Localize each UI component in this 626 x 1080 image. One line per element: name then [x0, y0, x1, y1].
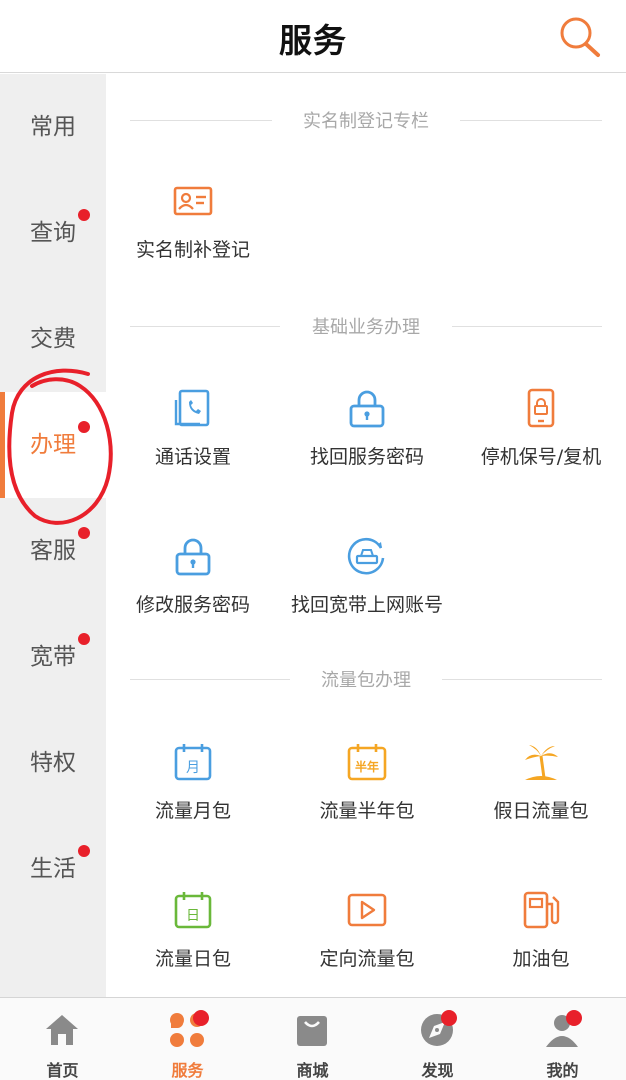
- section-title-text: 实名制登记专栏: [130, 107, 602, 133]
- section-title-label: 基础业务办理: [298, 317, 434, 338]
- sidebar-item-common[interactable]: 常用: [0, 74, 106, 180]
- calendar-badge-text: 日: [186, 908, 200, 924]
- notification-dot: [78, 633, 90, 645]
- lock-icon: [175, 538, 211, 576]
- calendar-half-year-icon: 半年: [347, 744, 387, 781]
- calendar-badge-text: 月: [186, 760, 200, 776]
- sidebar-item-label: 宽带: [30, 644, 76, 670]
- tab-mine[interactable]: 我的: [500, 998, 625, 1080]
- service-item-label: 流量月包: [154, 800, 231, 822]
- sidebar-item-broadband[interactable]: 宽带: [0, 604, 106, 710]
- sidebar-item-query[interactable]: 查询: [0, 180, 106, 286]
- play-icon: [347, 893, 387, 927]
- shopping-bag-icon: [297, 1016, 327, 1046]
- service-item-label: 停机保号/复机: [480, 446, 602, 468]
- service-item-call-settings[interactable]: 通话设置: [106, 388, 280, 498]
- lock-icon: [349, 390, 385, 428]
- tab-label: 首页: [46, 1061, 79, 1080]
- service-item-suspend-resume[interactable]: 停机保号/复机: [454, 388, 626, 498]
- section-title-label: 流量包办理: [307, 670, 425, 691]
- section-title: 流量包办理: [130, 664, 602, 694]
- notification-dot: [566, 1010, 582, 1026]
- tab-label: 我的: [546, 1061, 579, 1080]
- notification-dot: [78, 209, 90, 221]
- phone-lock-icon: [527, 388, 555, 428]
- fuel-pump-icon: [523, 891, 560, 929]
- service-item-monthly-data-pack[interactable]: 月 流量月包: [106, 742, 280, 852]
- calendar-badge-text: 半年: [355, 759, 379, 774]
- broadband-icon: [347, 537, 385, 575]
- sidebar-item-handle[interactable]: 办理: [0, 392, 106, 498]
- call-settings-icon: [174, 389, 210, 427]
- tab-mall[interactable]: 商城: [250, 998, 375, 1080]
- service-content: 实名制登记专栏 实名制补登记 基础业务办理 通话设置 找回服务密码 停机保号/复…: [106, 74, 626, 997]
- section-title-text: 基础业务办理: [130, 313, 602, 339]
- sidebar-item-label: 查询: [30, 220, 76, 246]
- service-item-label: 加油包: [512, 948, 570, 970]
- tab-service[interactable]: 服务: [125, 998, 250, 1080]
- service-item-label: 修改服务密码: [135, 594, 250, 616]
- tab-home[interactable]: 首页: [0, 998, 125, 1080]
- section-title-text: 流量包办理: [130, 666, 602, 692]
- sidebar-item-life[interactable]: 生活: [0, 816, 106, 922]
- service-item-targeted-data-pack[interactable]: 定向流量包: [280, 890, 454, 1000]
- tab-label: 服务: [171, 1061, 204, 1080]
- search-icon[interactable]: [556, 14, 606, 60]
- sidebar-item-label: 客服: [30, 538, 76, 564]
- service-item-change-service-password[interactable]: 修改服务密码: [106, 536, 280, 646]
- palm-tree-icon: [525, 745, 558, 780]
- bottom-tab-bar: 首页 服务 商城 发现 我的: [0, 997, 626, 1080]
- service-item-recover-broadband-account[interactable]: 找回宽带上网账号: [280, 536, 454, 646]
- sidebar-item-label: 常用: [30, 114, 76, 140]
- service-item-label: 通话设置: [154, 446, 231, 468]
- calendar-day-icon: 日: [174, 892, 212, 929]
- service-item-fuel-pack[interactable]: 加油包: [454, 890, 626, 1000]
- service-item-label: 假日流量包: [493, 800, 589, 822]
- service-item-label: 找回服务密码: [309, 446, 424, 468]
- calendar-month-icon: 月: [174, 744, 212, 781]
- service-item-holiday-data-pack[interactable]: 假日流量包: [454, 742, 626, 852]
- app-header: 服务: [0, 0, 626, 73]
- section-title: 实名制登记专栏: [130, 105, 602, 135]
- service-item-real-name-registration[interactable]: 实名制补登记: [106, 181, 280, 291]
- sidebar-item-label: 生活: [30, 856, 76, 882]
- sidebar-item-customer-service[interactable]: 客服: [0, 498, 106, 604]
- tab-discover[interactable]: 发现: [375, 998, 500, 1080]
- notification-dot: [78, 527, 90, 539]
- section-title-label: 实名制登记专栏: [289, 111, 443, 132]
- sidebar-item-payment[interactable]: 交费: [0, 286, 106, 392]
- service-item-label: 流量半年包: [319, 800, 415, 822]
- notification-dot: [441, 1010, 457, 1026]
- tab-label: 商城: [296, 1061, 329, 1080]
- sidebar-item-label: 办理: [30, 432, 76, 458]
- page-title: 服务: [279, 21, 347, 60]
- home-icon: [46, 1015, 78, 1045]
- sidebar-item-privilege[interactable]: 特权: [0, 710, 106, 816]
- service-item-label: 流量日包: [154, 948, 231, 970]
- service-item-recover-service-password[interactable]: 找回服务密码: [280, 388, 454, 498]
- notification-dot: [78, 421, 90, 433]
- service-item-daily-data-pack[interactable]: 日 流量日包: [106, 890, 280, 1000]
- tab-label: 发现: [421, 1061, 454, 1080]
- notification-dot: [78, 845, 90, 857]
- section-title: 基础业务办理: [130, 311, 602, 341]
- service-item-half-year-data-pack[interactable]: 半年 流量半年包: [280, 742, 454, 852]
- category-sidebar: 常用 查询 交费 办理 客服 宽带 特权 生活: [0, 74, 106, 997]
- notification-dot: [193, 1010, 209, 1026]
- sidebar-item-label: 特权: [30, 750, 76, 776]
- id-card-icon: [173, 186, 213, 216]
- service-item-label: 实名制补登记: [135, 239, 250, 261]
- sidebar-item-label: 交费: [30, 326, 76, 352]
- service-item-label: 定向流量包: [319, 948, 415, 970]
- service-item-label: 找回宽带上网账号: [290, 594, 443, 616]
